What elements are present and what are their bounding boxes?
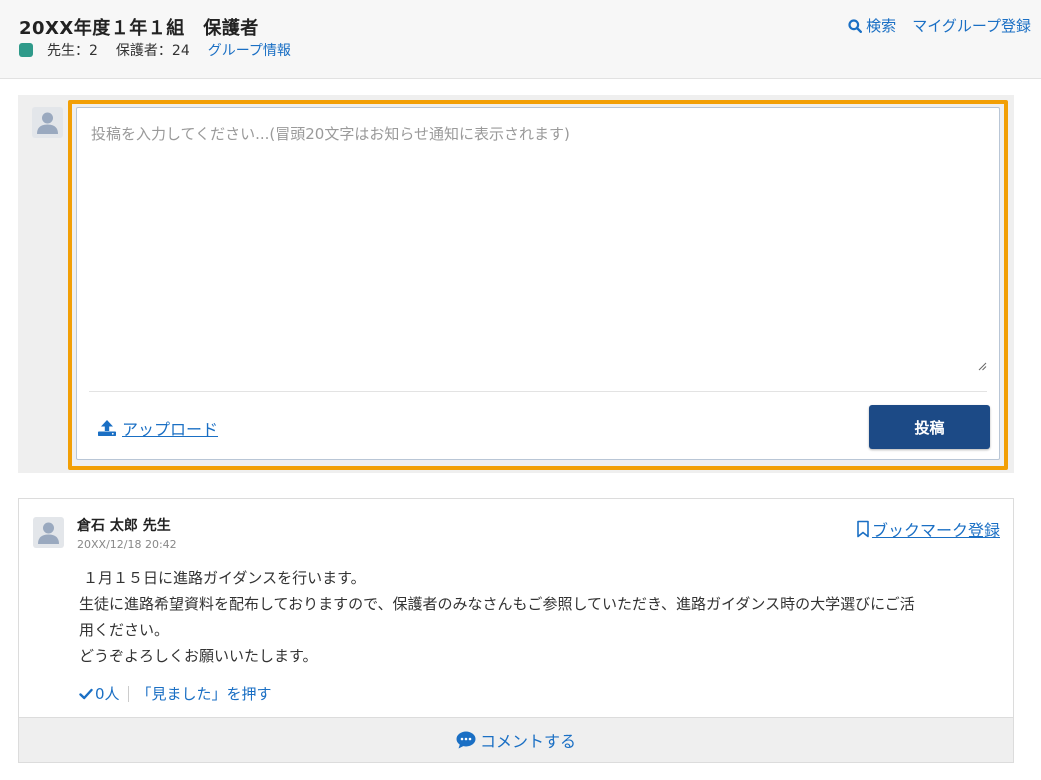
my-group-register-link[interactable]: マイグループ登録	[912, 15, 1031, 36]
post-body-line: どうぞよろしくお願いいたします。	[79, 647, 318, 665]
compose-box: アップロード 投稿	[76, 107, 1000, 460]
resize-handle-icon[interactable]	[978, 362, 987, 371]
post-body-line: 用ください。	[79, 621, 170, 639]
group-meta: 先生：2 保護者：24 グループ情報	[19, 40, 291, 60]
header-actions: 検索 マイグループ登録	[848, 15, 1031, 36]
seen-count: 0人	[95, 685, 120, 703]
teacher-count: 先生：2	[47, 43, 98, 59]
group-color-square	[19, 43, 33, 57]
seen-count-link[interactable]: 0人	[79, 683, 120, 704]
bookmark-link[interactable]: ブックマーク登録	[856, 517, 1000, 541]
post-input[interactable]	[77, 108, 999, 378]
post-body: １月１５日に進路ガイダンスを行います。 生徒に進路希望資料を配布しておりますので…	[79, 565, 999, 669]
seen-row: 0人 「見ました」を押す	[79, 683, 272, 704]
upload-icon	[98, 420, 116, 436]
search-link[interactable]: 検索	[848, 15, 896, 36]
upload-link[interactable]: アップロード	[97, 416, 218, 440]
comment-bubble-icon	[456, 731, 476, 749]
compose-divider	[89, 391, 987, 392]
search-icon	[848, 18, 863, 33]
upload-label: アップロード	[122, 420, 219, 439]
post-body-line: １月１５日に進路ガイダンスを行います。	[83, 569, 366, 587]
post-button[interactable]: 投稿	[869, 405, 990, 449]
guardian-count: 保護者：24	[115, 43, 190, 59]
bookmark-icon	[857, 520, 869, 538]
group-header: 20XX年度１年１組 保護者 先生：2 保護者：24 グループ情報 検索 マイグ…	[0, 0, 1041, 79]
seen-divider	[127, 685, 129, 702]
post-card: 倉石 太郎 先生 20XX/12/18 20:42 ブックマーク登録 １月１５日…	[18, 498, 1014, 763]
search-label: 検索	[866, 17, 897, 35]
comment-label: コメントする	[479, 732, 576, 751]
group-info-link[interactable]: グループ情報	[208, 40, 291, 60]
post-author: 倉石 太郎 先生	[77, 518, 171, 534]
user-avatar-icon	[32, 107, 63, 138]
check-icon	[79, 688, 93, 699]
post-timestamp: 20XX/12/18 20:42	[77, 538, 177, 551]
author-avatar-icon	[33, 517, 64, 548]
group-title: 20XX年度１年１組 保護者	[19, 18, 259, 39]
seen-button[interactable]: 「見ました」を押す	[137, 683, 272, 704]
post-body-line: 生徒に進路希望資料を配布しておりますので、保護者のみなさんもご参照していただき、…	[79, 595, 915, 613]
bookmark-label: ブックマーク登録	[871, 521, 1000, 540]
comment-button[interactable]: コメントする	[19, 717, 1013, 762]
